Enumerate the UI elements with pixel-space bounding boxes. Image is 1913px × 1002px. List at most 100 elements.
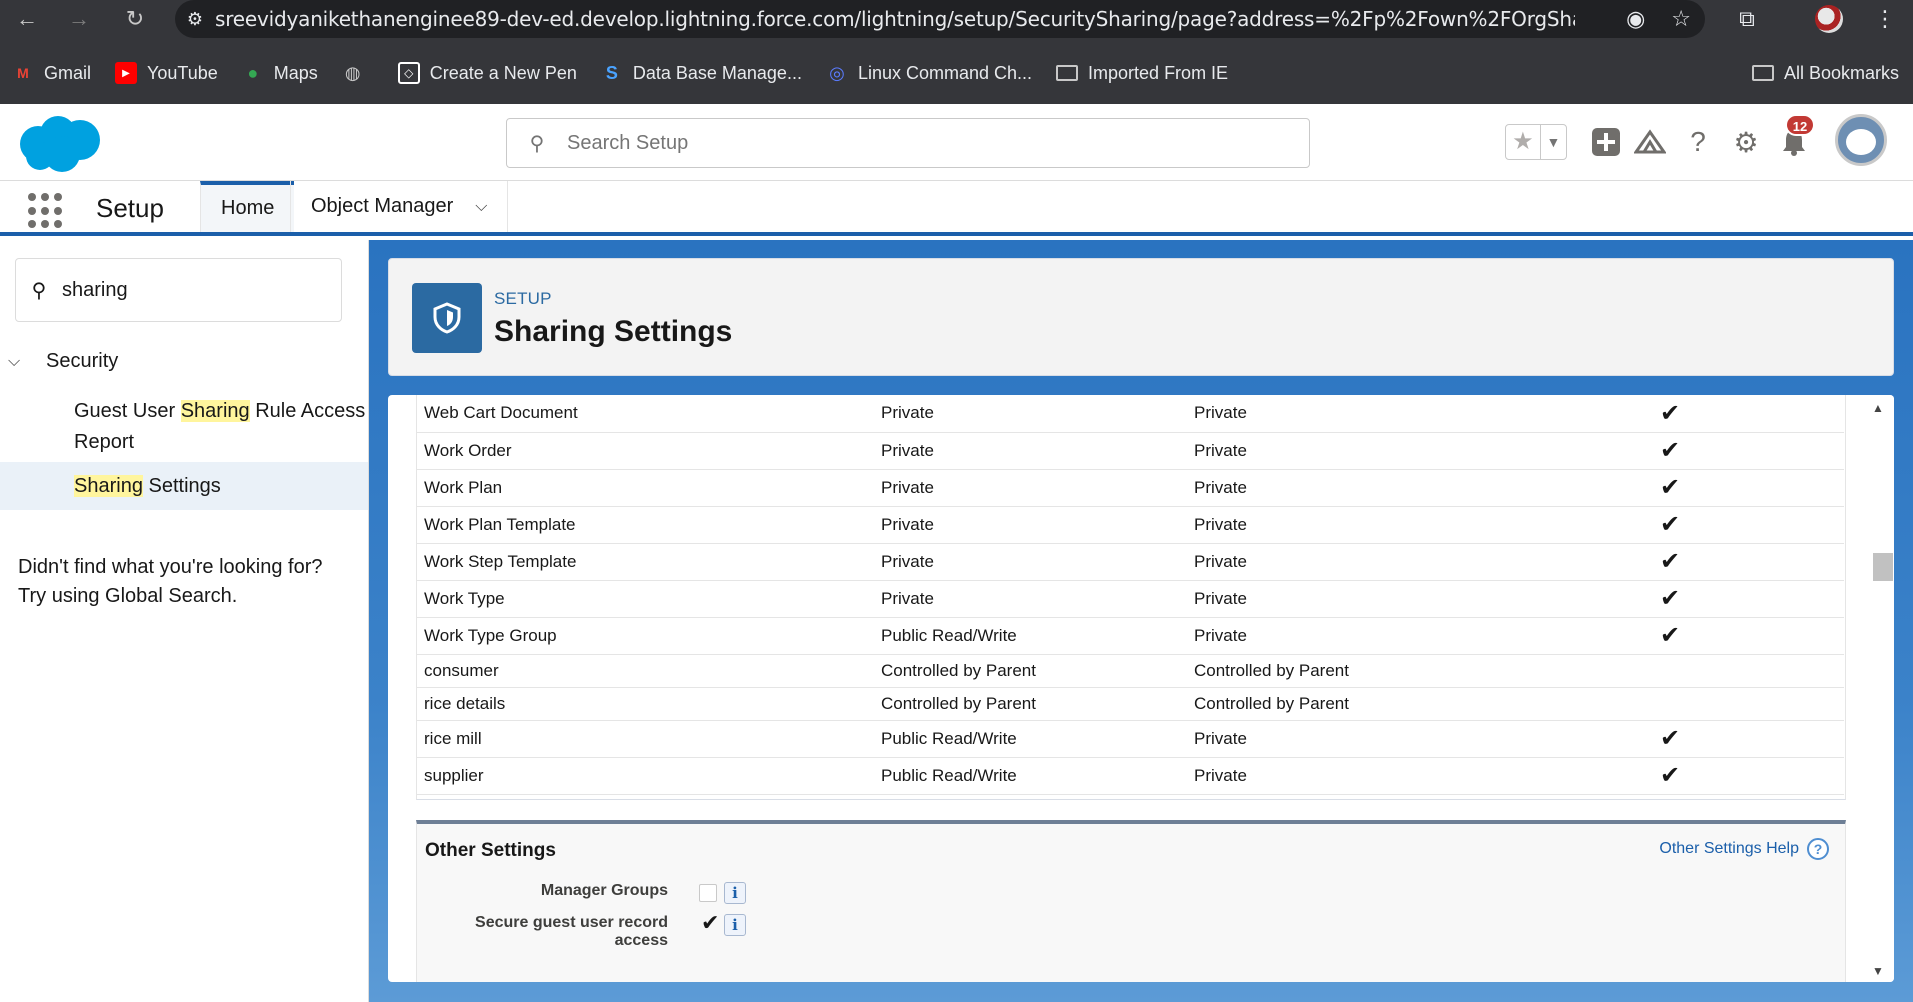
sidebar-item-guest-user-sharing-rule-access-report[interactable]: Guest User Sharing Rule Access Report xyxy=(74,396,365,458)
table-row: Work Type Group Public Read/Write Private ✔ xyxy=(416,617,1844,655)
reload-icon[interactable]: ↻ xyxy=(118,2,152,36)
table-row: Work Plan Template Private Private ✔ xyxy=(416,506,1844,544)
salesforce-logo[interactable] xyxy=(16,114,104,176)
secure-guest-checkmark-icon[interactable]: ✔ xyxy=(701,910,719,936)
bookmark-linux[interactable]: ◎ Linux Command Ch... xyxy=(826,62,1032,84)
site-settings-icon[interactable]: ⚙ xyxy=(175,9,215,30)
browser-chrome: ← → ↻ ⚙ sreevidyanikethanenginee89-dev-e… xyxy=(0,0,1913,104)
tab-home[interactable]: Home xyxy=(200,181,295,232)
table-row: Work Type Private Private ✔ xyxy=(416,580,1844,618)
app-title: Setup xyxy=(96,193,164,223)
tab-label: Home xyxy=(221,197,275,219)
search-input[interactable] xyxy=(567,131,1267,155)
scroll-thumb[interactable] xyxy=(1873,553,1893,581)
gear-icon[interactable]: ⚙ xyxy=(1728,124,1764,160)
quick-find[interactable]: ⚲ xyxy=(15,258,342,322)
back-arrow-icon[interactable]: ← xyxy=(10,2,44,36)
grant-access-hierarchy-cell: ✔ xyxy=(1660,506,1844,544)
help-icon[interactable]: ? xyxy=(1807,838,1829,860)
item-text: Rule Access xyxy=(249,400,366,422)
content-panel: Web Cart Document Private Private ✔ Work Ord… xyxy=(388,395,1894,982)
bookmark-maps[interactable]: ● Maps xyxy=(242,62,318,84)
help-link-label[interactable]: Other Settings Help xyxy=(1659,840,1799,858)
default-external-access-cell: Private xyxy=(1194,432,1660,470)
default-external-access-cell: Private xyxy=(1194,543,1660,581)
table-row: rice mill Public Read/Write Private ✔ xyxy=(416,720,1844,758)
other-settings-help-link[interactable]: Other Settings Help ? xyxy=(1659,838,1829,860)
breadcrumb[interactable]: SETUP xyxy=(494,289,552,309)
bookmark-youtube[interactable]: ▶ YouTube xyxy=(115,62,218,84)
sidebar-item-sharing-settings[interactable]: Sharing Settings xyxy=(74,471,221,502)
default-internal-access-cell: Private xyxy=(881,580,1194,618)
tree-group-label: Security xyxy=(46,350,119,372)
more-menu-icon[interactable]: ⋮ xyxy=(1868,2,1902,36)
object-name-cell: Work Type xyxy=(416,580,881,618)
object-name-cell: Web Cart Document xyxy=(416,395,881,433)
scroll-down-icon[interactable]: ▼ xyxy=(1872,964,1884,978)
chevron-down-icon[interactable]: ⌵ xyxy=(475,198,487,216)
default-internal-access-cell: Private xyxy=(881,469,1194,507)
scroll-up-icon[interactable]: ▲ xyxy=(1872,401,1884,415)
bookmark-star-icon[interactable]: ☆ xyxy=(1671,6,1691,32)
bookmark-imported[interactable]: Imported From IE xyxy=(1056,63,1228,84)
extensions-icon[interactable]: ⧉ xyxy=(1730,2,1764,36)
other-settings-section: Other Settings Other Settings Help ? Man… xyxy=(416,820,1846,982)
default-external-access-cell: Private xyxy=(1194,617,1660,655)
default-internal-access-cell: Public Read/Write xyxy=(881,757,1194,795)
grant-access-hierarchy-cell xyxy=(1660,654,1844,688)
search-highlight: Sharing xyxy=(74,475,143,497)
chevron-down-icon[interactable]: ▼ xyxy=(1541,125,1566,159)
bookmark-codepen[interactable]: ◇ Create a New Pen xyxy=(397,62,577,84)
secure-guest-access-label: Secure guest user record access xyxy=(475,914,668,950)
codepen-icon: ◇ xyxy=(397,62,420,84)
bookmark-database[interactable]: S Data Base Manage... xyxy=(601,62,802,84)
object-name-cell: rice details xyxy=(416,687,881,721)
quick-find-input[interactable] xyxy=(62,278,322,302)
info-icon[interactable]: i xyxy=(724,882,746,904)
forward-arrow-icon[interactable]: → xyxy=(62,2,96,36)
eye-icon[interactable]: ◉ xyxy=(1626,6,1645,32)
profile-avatar[interactable] xyxy=(1812,2,1846,36)
bookmark-label: Imported From IE xyxy=(1088,62,1229,83)
tab-object-manager[interactable]: Object Manager ⌵ xyxy=(290,181,509,232)
default-internal-access-cell: Controlled by Parent xyxy=(881,687,1194,721)
bookmark-gmail[interactable]: M Gmail xyxy=(12,62,91,84)
object-name-cell: rice mill xyxy=(416,720,881,758)
info-icon[interactable]: i xyxy=(724,914,746,936)
manager-groups-checkbox[interactable] xyxy=(699,884,717,902)
bookmark-label: Linux Command Ch... xyxy=(857,62,1033,83)
default-internal-access-cell: Private xyxy=(881,432,1194,470)
table-row: consumer Controlled by Parent Controlled b… xyxy=(416,654,1844,688)
help-icon[interactable]: ? xyxy=(1680,124,1716,160)
app-launcher-icon[interactable] xyxy=(28,193,64,229)
page-header: SETUP Sharing Settings xyxy=(388,258,1894,376)
folder-icon xyxy=(1751,65,1774,81)
favorites-button[interactable]: ★ ▼ xyxy=(1505,124,1567,160)
default-internal-access-cell: Controlled by Parent xyxy=(881,654,1194,688)
global-search[interactable]: ⚲ xyxy=(506,118,1310,168)
bookmark-label: Gmail xyxy=(44,62,92,83)
search-icon: ⚲ xyxy=(31,279,47,302)
vertical-scrollbar[interactable]: ▲ ▼ xyxy=(1864,395,1894,982)
default-external-access-cell: Private xyxy=(1194,720,1660,758)
user-avatar[interactable] xyxy=(1835,114,1887,166)
bookmark-label: Create a New Pen xyxy=(429,62,577,83)
chevron-down-icon[interactable]: ⌵ xyxy=(8,353,30,371)
table-row: Work Plan Private Private ✔ xyxy=(416,469,1844,507)
grant-access-hierarchy-cell: ✔ xyxy=(1660,395,1844,433)
bookmark-label: Data Base Manage... xyxy=(632,62,802,83)
tree-group-security[interactable]: ⌵ Security xyxy=(8,350,118,373)
bookmark-label: Maps xyxy=(273,62,318,83)
address-bar[interactable]: ⚙ sreevidyanikethanenginee89-dev-ed.deve… xyxy=(175,0,1705,38)
default-external-access-cell: Private xyxy=(1194,469,1660,507)
linux-icon: ◎ xyxy=(829,62,845,83)
bookmark-globe[interactable]: ◍ xyxy=(342,62,374,84)
star-icon[interactable]: ★ xyxy=(1506,125,1541,159)
omnibox-actions: ◉ ☆ xyxy=(1626,6,1691,32)
all-bookmarks[interactable]: All Bookmarks xyxy=(1751,63,1899,84)
global-actions-icon[interactable] xyxy=(1588,124,1624,160)
item-text: Settings xyxy=(142,475,221,497)
trailhead-icon[interactable] xyxy=(1632,124,1668,160)
not-found-message: Didn't find what you're looking for? Try… xyxy=(18,553,322,611)
default-internal-access-cell: Private xyxy=(881,395,1194,433)
